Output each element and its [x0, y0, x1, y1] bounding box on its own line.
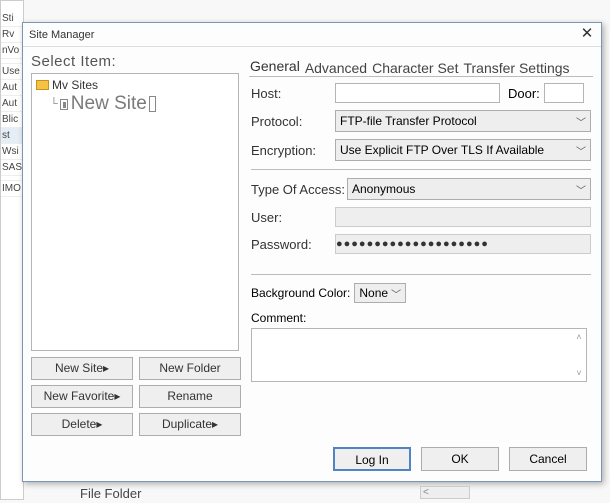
- rename-button[interactable]: Rename: [139, 385, 241, 408]
- tab-charset[interactable]: Character Set: [371, 60, 459, 76]
- background-list: StiRvnVoUseAutAutBlicstWsiSASIMO: [0, 0, 24, 500]
- cancel-button[interactable]: Cancel: [509, 447, 587, 471]
- password-label: Password:: [251, 237, 335, 252]
- tab-row: General Advanced Character Set Transfer …: [249, 55, 593, 77]
- password-input: ●●●●●●●●●●●●●●●●●●●●: [335, 234, 591, 254]
- comment-label: Comment:: [251, 311, 306, 325]
- protocol-label: Protocol:: [251, 114, 335, 129]
- titlebar: Site Manager ✕: [23, 23, 601, 47]
- bgcolor-label: Background Color:: [251, 286, 350, 300]
- new-favorite-button[interactable]: New Favorite▸: [31, 385, 133, 408]
- tree-root-my-sites[interactable]: Mv Sites: [36, 78, 234, 92]
- right-column: General Advanced Character Set Transfer …: [249, 51, 593, 436]
- rename-cursor: [149, 96, 156, 112]
- ok-button[interactable]: OK: [421, 447, 499, 471]
- file-folder-text: File Folder: [80, 486, 141, 501]
- close-icon[interactable]: ✕: [579, 27, 595, 43]
- new-folder-button[interactable]: New Folder: [139, 357, 241, 380]
- scroll-down-icon[interactable]: ˅: [574, 368, 584, 378]
- tab-advanced[interactable]: Advanced: [304, 60, 368, 76]
- bgcolor-select[interactable]: None ﹀: [354, 283, 406, 303]
- scrollbar-vertical[interactable]: ˄ ˅: [574, 332, 584, 378]
- scroll-up-icon[interactable]: ˄: [574, 332, 584, 342]
- chevron-down-icon: ﹀: [576, 114, 586, 129]
- site-tree[interactable]: Mv Sites └ New Site: [31, 73, 239, 351]
- encryption-select[interactable]: Use Explicit FTP Over TLS If Available ﹀: [335, 139, 591, 161]
- user-input: [335, 207, 591, 227]
- tree-item-new-site[interactable]: └ New Site: [50, 93, 234, 115]
- site-manager-dialog: Site Manager ✕ Select Item: Mv Sites └ N…: [22, 22, 602, 482]
- protocol-select[interactable]: FTP-file Transfer Protocol ﹀: [335, 110, 591, 132]
- chevron-down-icon: ﹀: [576, 182, 586, 197]
- chevron-down-icon: ﹀: [391, 286, 401, 301]
- titlebar-text: Site Manager: [29, 29, 94, 41]
- user-label: User:: [251, 210, 335, 225]
- site-icon: [60, 99, 68, 110]
- door-input[interactable]: [544, 83, 584, 103]
- comment-textarea[interactable]: ˄ ˅: [251, 328, 587, 382]
- scrollbar-horizontal[interactable]: <: [420, 486, 470, 499]
- access-label: Type Of Access:: [251, 182, 347, 197]
- new-site-button[interactable]: New Site▸: [31, 357, 133, 380]
- door-label: Door:: [508, 86, 540, 101]
- delete-button[interactable]: Delete▸: [31, 413, 133, 436]
- host-label: Host:: [251, 86, 335, 101]
- access-select[interactable]: Anonymous ﹀: [347, 178, 591, 200]
- tab-transfer[interactable]: Transfer Settings: [462, 60, 570, 76]
- tab-general[interactable]: General: [249, 58, 301, 76]
- chevron-down-icon: ﹀: [576, 143, 586, 158]
- host-input[interactable]: [335, 83, 500, 103]
- tree-branch-icon: └: [50, 98, 58, 110]
- encryption-label: Encryption:: [251, 143, 335, 158]
- select-item-heading: Select Item:: [31, 53, 241, 70]
- login-button[interactable]: Log In: [333, 447, 411, 471]
- left-column: Select Item: Mv Sites └ New Site New Sit…: [31, 51, 241, 436]
- folder-icon: [36, 80, 49, 90]
- duplicate-button[interactable]: Duplicate▸: [139, 413, 241, 436]
